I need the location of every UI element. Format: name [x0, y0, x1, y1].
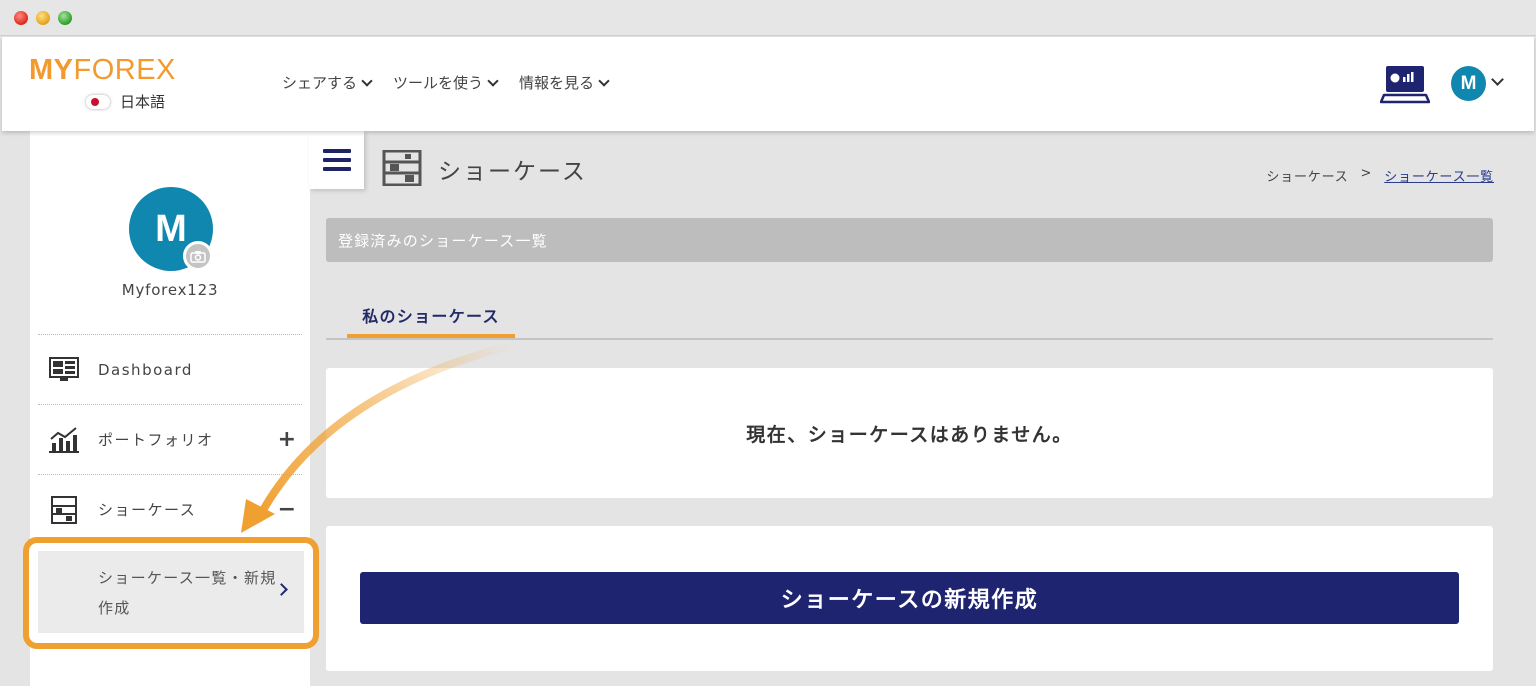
sidebar-subitem-showcase-list[interactable]: ショーケース一覧・新規作成 [38, 551, 304, 633]
sidebar-subitem-label: ショーケース一覧・新規作成 [98, 569, 277, 617]
user-avatar-small[interactable]: M [1451, 66, 1486, 101]
chevron-down-icon [361, 74, 373, 87]
nav-info-label: 情報を見る [519, 74, 595, 92]
japan-flag-icon [86, 94, 110, 109]
chevron-down-icon[interactable] [1491, 73, 1504, 86]
create-card: ショーケースの新規作成 [326, 526, 1493, 671]
nav-share-label: シェアする [282, 74, 358, 92]
sidebar-item-label: ショーケース [98, 501, 197, 519]
empty-state-card: 現在、ショーケースはありません。 [326, 368, 1493, 498]
logo-light-text: FOREX [73, 54, 176, 86]
sidebar-item-label: Dashboard [98, 360, 193, 379]
collapse-icon[interactable]: − [278, 497, 296, 522]
submenu-highlight: ショーケース一覧・新規作成 [23, 537, 319, 649]
empty-state-message: 現在、ショーケースはありません。 [746, 423, 1073, 446]
breadcrumb-parent: ショーケース [1266, 170, 1349, 185]
camera-glyph [190, 250, 206, 263]
close-window-button[interactable] [14, 11, 28, 25]
window-titlebar [0, 0, 1536, 36]
minimize-window-button[interactable] [36, 11, 50, 25]
camera-icon[interactable] [183, 241, 213, 271]
nav-info[interactable]: 情報を見る [519, 72, 610, 93]
app-header: MYFOREX 日本語 シェアする ツールを使う 情報を見る M [2, 37, 1534, 131]
breadcrumb-current-link[interactable]: ショーケース一覧 [1384, 166, 1494, 185]
sidebar-item-showcase[interactable]: ショーケース − [38, 474, 302, 544]
tab-bar: 私のショーケース [326, 295, 1493, 340]
language-selector[interactable]: 日本語 [86, 91, 165, 112]
bar-chart-icon [49, 427, 79, 453]
tab-my-showcase[interactable]: 私のショーケース [347, 295, 515, 338]
sidebar-item-label: ポートフォリオ [98, 431, 214, 449]
username: Myforex123 [121, 281, 219, 299]
menu-toggle-button[interactable] [309, 131, 364, 189]
showcase-icon [382, 150, 422, 186]
chevron-down-icon [598, 74, 610, 87]
expand-icon[interactable]: + [278, 427, 296, 452]
dashboard-icon [49, 357, 79, 381]
nav-tools-label: ツールを使う [393, 74, 484, 92]
showcase-icon [51, 496, 77, 524]
hamburger-icon [322, 149, 351, 171]
nav-share[interactable]: シェアする [282, 72, 373, 93]
section-header: 登録済みのショーケース一覧 [326, 218, 1493, 262]
breadcrumb-separator: > [1360, 166, 1373, 181]
main-nav: シェアする ツールを使う 情報を見る [282, 72, 610, 93]
maximize-window-button[interactable] [58, 11, 72, 25]
language-label: 日本語 [120, 93, 166, 111]
page-title: ショーケース [438, 159, 587, 185]
create-showcase-button[interactable]: ショーケースの新規作成 [360, 572, 1459, 624]
chevron-down-icon [487, 74, 499, 87]
nav-tools[interactable]: ツールを使う [393, 72, 499, 93]
trading-monitor-icon[interactable] [1380, 64, 1430, 106]
logo-bold-text: MY [29, 54, 74, 86]
myforex-logo[interactable]: MYFOREX [29, 55, 176, 85]
breadcrumb: ショーケース > ショーケース一覧 [1266, 166, 1494, 185]
sidebar-item-portfolio[interactable]: ポートフォリオ + [38, 404, 302, 474]
sidebar-item-dashboard[interactable]: Dashboard [38, 334, 302, 404]
